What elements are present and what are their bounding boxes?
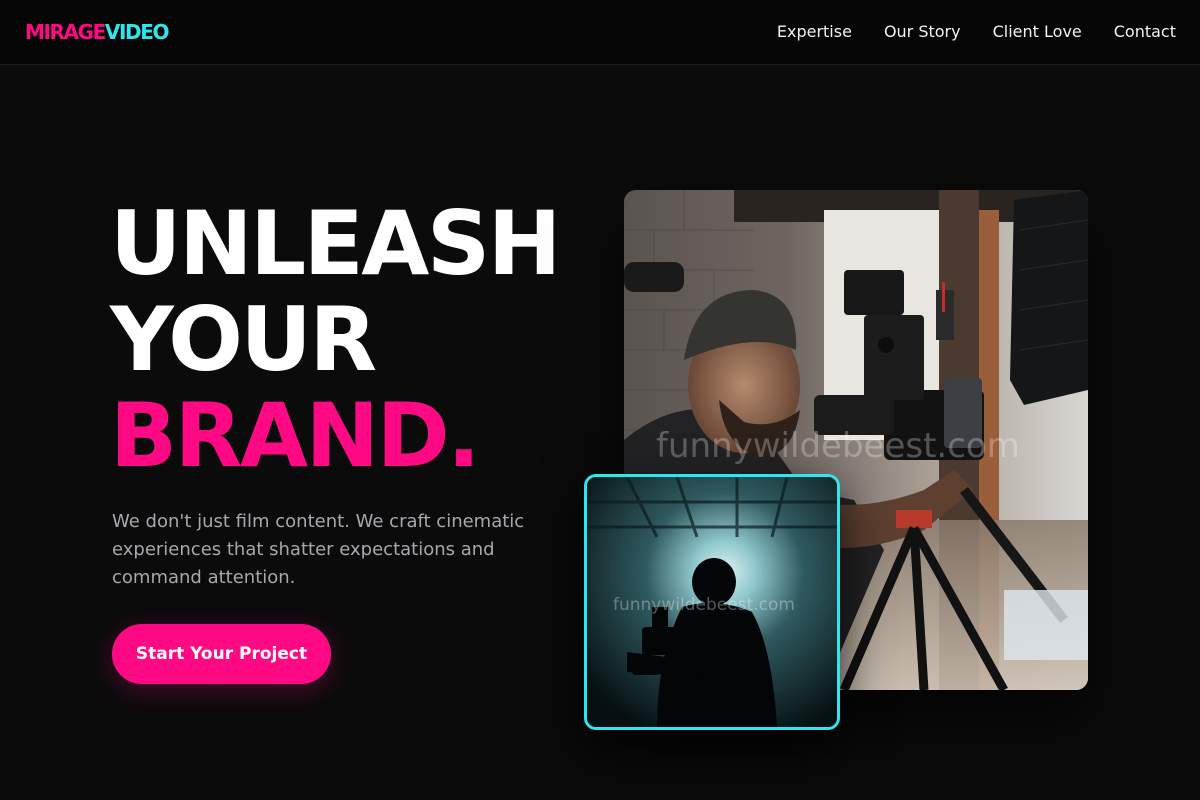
start-project-button[interactable]: Start Your Project <box>112 624 331 684</box>
site-header: MIRAGEVIDEO Expertise Our Story Client L… <box>0 0 1200 65</box>
nav-item-contact[interactable]: Contact <box>1114 20 1176 44</box>
hero-headline-line1: UNLEASH <box>110 192 561 295</box>
hero-subtitle: We don't just film content. We craft cin… <box>112 511 525 588</box>
hero-headline-line2: YOUR <box>110 288 377 391</box>
nav-item-our-story[interactable]: Our Story <box>884 20 961 44</box>
brand-logo[interactable]: MIRAGEVIDEO <box>25 19 170 45</box>
brand-logo-part1: MIRAGE <box>25 20 106 44</box>
hero-headline: UNLEASH YOUR BRAND. <box>110 192 561 487</box>
nav-item-expertise[interactable]: Expertise <box>777 20 852 44</box>
hero-headline-line3: BRAND. <box>110 384 481 487</box>
brand-logo-part2: VIDEO <box>104 20 170 44</box>
nav-item-client-love[interactable]: Client Love <box>993 20 1082 44</box>
main-nav: Expertise Our Story Client Love Contact <box>777 20 1176 44</box>
inset-photo-silhouette: funnywildebeest.com <box>584 474 840 730</box>
